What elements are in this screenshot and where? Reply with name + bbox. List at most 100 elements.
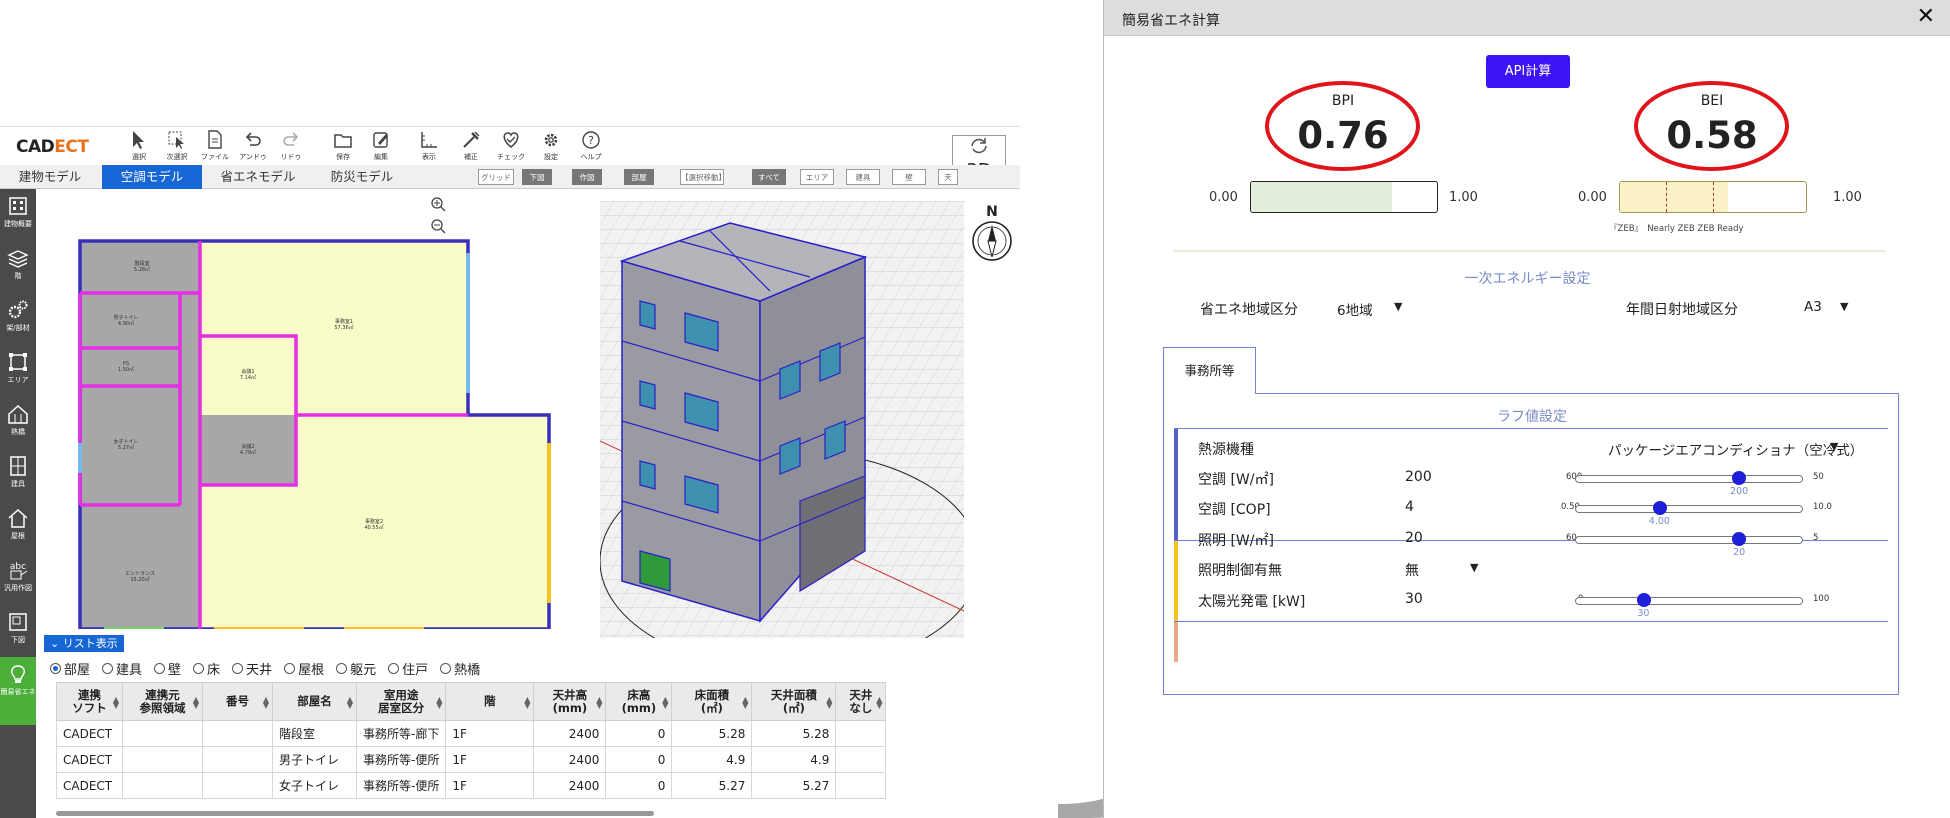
filter-radio-4[interactable]: 天井	[232, 659, 272, 678]
fittings-icon	[10, 456, 26, 476]
tool-folder[interactable]: 保存	[324, 129, 362, 165]
column-header[interactable]: 番号 ▲ ▼	[202, 682, 273, 721]
column-header[interactable]: 連携元 参照領域 ▲ ▼	[122, 682, 203, 721]
column-header[interactable]: 天井 なし ▲ ▼	[835, 682, 887, 721]
tool-multi-select[interactable]: 次選択	[158, 129, 196, 165]
sort-icon[interactable]: ▲ ▼	[826, 696, 832, 710]
filter-label: 床	[207, 663, 221, 678]
toolbar-button-6[interactable]: エリア	[800, 169, 834, 185]
air-load-slider[interactable]	[1575, 471, 1803, 485]
sort-icon[interactable]: ▲ ▼	[113, 696, 119, 710]
compass-icon[interactable]: N	[968, 203, 1016, 263]
table-cell: 0	[605, 772, 673, 799]
sort-icon[interactable]: ▲ ▼	[662, 696, 668, 710]
heat-source-dropdown-icon[interactable]: ▼	[1830, 440, 1838, 453]
sort-icon[interactable]: ▲ ▼	[524, 696, 530, 710]
light-load-slider[interactable]	[1575, 532, 1803, 546]
heat-source-select[interactable]: パッケージエアコンディショナ（空冷式）	[1608, 439, 1863, 459]
tool-heart-check[interactable]: チェック	[492, 129, 530, 165]
tool-ruler[interactable]: 表示	[410, 129, 448, 165]
toolbar-button-0[interactable]: グリッド	[478, 169, 514, 185]
solar-region-select[interactable]: A3	[1804, 299, 1822, 315]
solar-power-slider[interactable]	[1575, 593, 1803, 607]
column-header[interactable]: 天井高 (mm) ▲ ▼	[533, 682, 607, 721]
solar-region-dropdown-icon[interactable]: ▼	[1840, 300, 1848, 313]
toolbar-button-7[interactable]: 建具	[846, 169, 880, 185]
slider-thumb[interactable]	[1652, 501, 1667, 515]
sort-icon[interactable]: ▲ ▼	[876, 696, 882, 710]
column-header[interactable]: 床面積 (㎡) ▲ ▼	[671, 682, 753, 721]
region-dropdown-icon[interactable]: ▼	[1394, 300, 1402, 313]
tab-disaster[interactable]: 防災モデル	[312, 165, 412, 189]
toolbar-button-1[interactable]: 下図	[522, 169, 552, 185]
column-header[interactable]: 天井面積 (㎡) ▲ ▼	[751, 682, 837, 721]
sidebar-item-building-overview[interactable]: 建物概要	[0, 189, 36, 241]
tab-office[interactable]: 事務所等	[1163, 347, 1256, 394]
slider-thumb[interactable]	[1636, 593, 1651, 607]
filter-radio-2[interactable]: 壁	[154, 659, 181, 678]
column-header[interactable]: 室用途 居室区分 ▲ ▼	[355, 682, 447, 721]
tool-undo[interactable]: アンドゥ	[234, 129, 272, 165]
sidebar-item-simple-energy[interactable]: 簡易省エネ	[0, 657, 36, 725]
column-header[interactable]: 部屋名 ▲ ▼	[272, 682, 357, 721]
tool-gear[interactable]: 設定	[532, 129, 570, 165]
tab-energy[interactable]: 省エネモデル	[206, 165, 310, 189]
tool-help[interactable]: ? ヘルプ	[572, 129, 610, 165]
close-button[interactable]: ✕	[1917, 4, 1935, 29]
sort-icon[interactable]: ▲ ▼	[193, 696, 199, 710]
tool-redo[interactable]: リドゥ	[272, 129, 310, 165]
zoom-in-icon[interactable]	[431, 197, 446, 212]
api-calc-button[interactable]: API計算	[1486, 55, 1570, 88]
sort-icon[interactable]: ▲ ▼	[742, 696, 748, 710]
column-header[interactable]: 床高 (mm) ▲ ▼	[605, 682, 673, 721]
sidebar-item-area[interactable]: エリア	[0, 345, 36, 397]
toolbar-button-5[interactable]: すべて	[752, 169, 786, 185]
column-header[interactable]: 連携 ソフト ▲ ▼	[56, 682, 123, 721]
sidebar-item-underlay[interactable]: 下図	[0, 605, 36, 657]
zoom-out-icon[interactable]	[431, 219, 446, 234]
sidebar-item-frame[interactable]: 架/部材	[0, 293, 36, 345]
air-cop-slider[interactable]	[1575, 501, 1803, 515]
filter-radio-6[interactable]: 躯元	[336, 659, 376, 678]
tool-cursor[interactable]: 選択	[120, 129, 158, 165]
filter-radio-1[interactable]: 建具	[102, 659, 142, 678]
tool-tools[interactable]: 補正	[452, 129, 490, 165]
sidebar-item-floor[interactable]: 階	[0, 241, 36, 293]
tab-hvac[interactable]: 空調モデル	[102, 165, 202, 189]
tool-file[interactable]: ファイル	[196, 129, 234, 165]
toolbar-button-2[interactable]: 作図	[572, 169, 602, 185]
slider-thumb[interactable]	[1731, 532, 1746, 546]
table-row[interactable]: CADECT 階段室 事務所等-廊下 1F 2400 0 5.28 5.28	[56, 720, 887, 747]
column-header[interactable]: 階 ▲ ▼	[445, 682, 535, 721]
toolbar-button-8[interactable]: 壁	[892, 169, 926, 185]
sort-icon[interactable]: ▲ ▼	[347, 696, 353, 710]
sidebar-item-drawing[interactable]: abc 汎用作図	[0, 553, 36, 605]
filter-radio-0[interactable]: 部屋	[50, 659, 90, 678]
toolbar-button-9[interactable]: 天	[938, 169, 958, 185]
table-row[interactable]: CADECT 男子トイレ 事務所等-便所 1F 2400 0 4.9 4.9	[56, 746, 887, 773]
floor-plan-canvas[interactable]: 階段室5.28㎡事務室157.36㎡男子トイレ4.90㎡PS1.50㎡ 会議17.…	[44, 193, 574, 629]
toolbar-button-3[interactable]: 部屋	[624, 169, 654, 185]
filter-radio-3[interactable]: 床	[193, 659, 220, 678]
light-control-value[interactable]: 無	[1405, 560, 1419, 580]
table-row[interactable]: CADECT 女子トイレ 事務所等-便所 1F 2400 0 5.27 5.27	[56, 772, 887, 799]
sidebar-item-fittings[interactable]: 建具	[0, 449, 36, 501]
sort-icon[interactable]: ▲ ▼	[436, 696, 442, 710]
sidebar-item-thermal-bridge[interactable]: 熱橋	[0, 397, 36, 449]
toolbar-button-4[interactable]: 【選択移動】	[680, 169, 726, 185]
sort-icon[interactable]: ▲ ▼	[596, 696, 602, 710]
tab-building[interactable]: 建物モデル	[0, 165, 100, 189]
sidebar-item-roof[interactable]: 屋根	[0, 501, 36, 553]
filter-radio-8[interactable]: 熱橋	[440, 659, 480, 678]
3d-model-view[interactable]	[600, 201, 964, 638]
tool-edit[interactable]: 編集	[362, 129, 400, 165]
column-header-text: 天井面積	[770, 687, 817, 702]
list-toggle-button[interactable]: ⌄ リスト表示	[44, 635, 124, 652]
region-select[interactable]: 6地域	[1337, 299, 1373, 319]
slider-thumb[interactable]	[1731, 471, 1746, 485]
sort-icon[interactable]: ▲ ▼	[263, 696, 269, 710]
filter-radio-7[interactable]: 住戸	[388, 659, 428, 678]
table-horizontal-scrollbar[interactable]	[56, 811, 654, 816]
light-control-dropdown-icon[interactable]: ▼	[1470, 561, 1478, 574]
filter-radio-5[interactable]: 屋根	[284, 659, 324, 678]
